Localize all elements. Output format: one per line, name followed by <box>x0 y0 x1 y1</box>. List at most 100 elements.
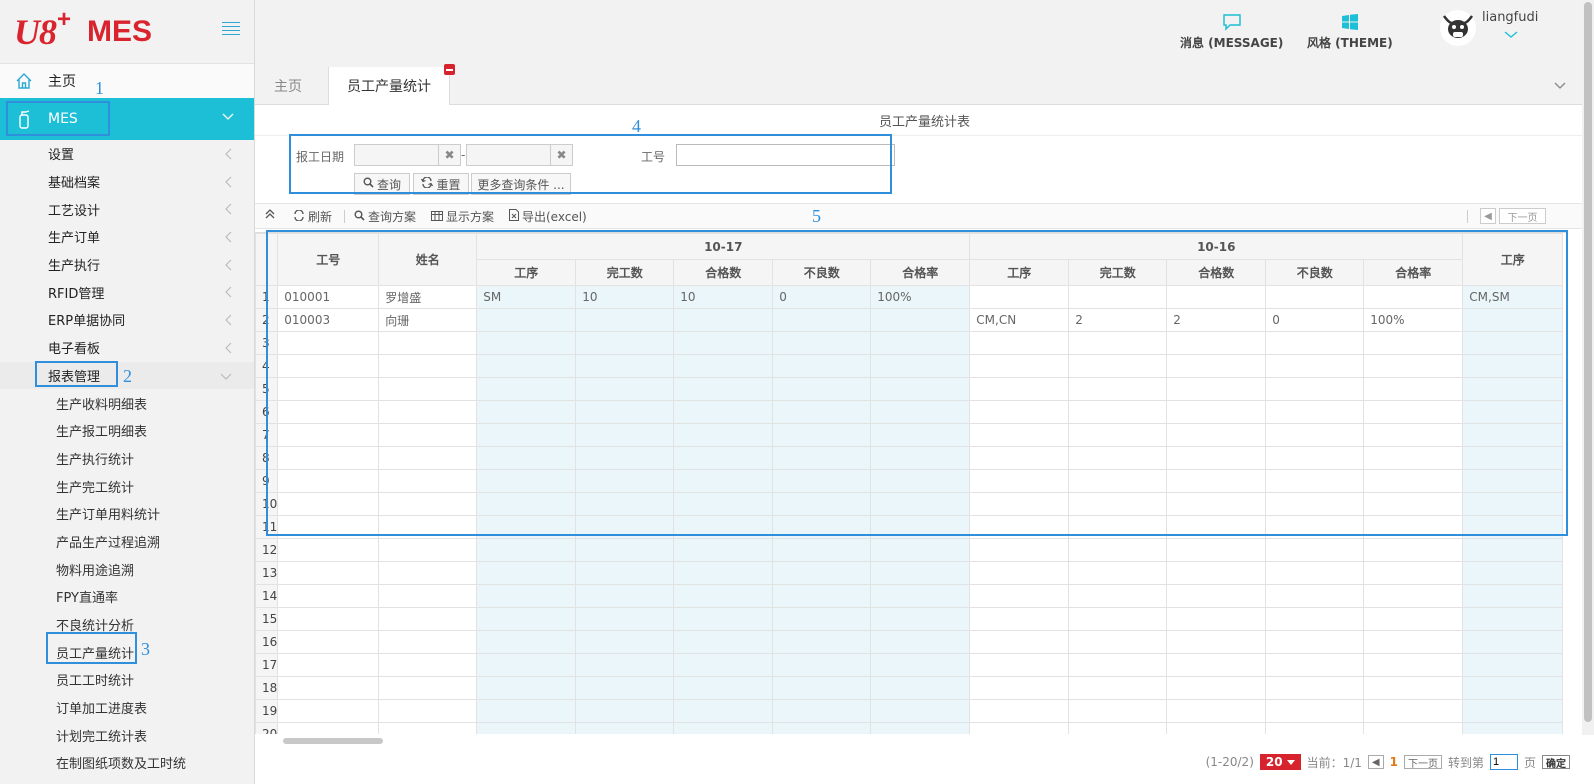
col-header-name[interactable]: 姓名 <box>378 233 478 286</box>
sidebar-item[interactable]: 报表管理 <box>0 361 254 390</box>
horizontal-scrollbar[interactable] <box>283 738 383 744</box>
pager-next-button[interactable]: 下一页 <box>1403 755 1442 770</box>
reset-button[interactable]: 重置 <box>413 173 469 195</box>
table-row[interactable]: 17 <box>255 653 1564 677</box>
cell-name: 罗增盛 <box>378 285 478 309</box>
cell-value <box>1462 538 1564 562</box>
message-button[interactable]: 消息 (MESSAGE) <box>1180 10 1283 51</box>
sidebar-item[interactable]: 电子看板 <box>0 334 254 362</box>
table-row[interactable]: 14 <box>255 584 1564 608</box>
table-row[interactable]: 1 010001 罗增盛 SM 10 10 0 100% CM,SM <box>255 285 1564 309</box>
sidebar-subitem[interactable]: 员工产量统计 <box>0 638 254 666</box>
sidebar-item[interactable]: ERP单据协同 <box>0 306 254 334</box>
emp-no-input[interactable] <box>676 144 895 166</box>
col-header-sub[interactable]: 合格数 <box>673 259 774 286</box>
clear-icon[interactable]: ✖ <box>551 144 573 166</box>
prev-page-icon[interactable]: ◀ <box>1480 208 1496 224</box>
menu-toggle-icon[interactable] <box>222 22 240 38</box>
sidebar-item[interactable]: 工艺设计 <box>0 195 254 223</box>
refresh-button[interactable]: 刷新 <box>293 208 332 225</box>
table-row[interactable]: 9 <box>255 469 1564 493</box>
sidebar-subitem[interactable]: 订单加工进度表 <box>0 694 254 722</box>
clear-icon[interactable]: ✖ <box>439 144 461 166</box>
table-row[interactable]: 8 <box>255 446 1564 470</box>
sidebar-subitem[interactable]: 物料用途追溯 <box>0 555 254 583</box>
sidebar-item-mes[interactable]: MES <box>0 98 254 140</box>
col-header-emp-no[interactable]: 工号 <box>277 233 380 286</box>
table-row[interactable]: 20 <box>255 722 1564 734</box>
theme-button[interactable]: 风格 (THEME) <box>1307 10 1393 51</box>
sidebar-subitem[interactable]: 生产订单用料统计 <box>0 500 254 528</box>
cell-value: 0 <box>1265 308 1365 332</box>
next-page-button[interactable]: 下一页 <box>1499 208 1546 224</box>
date-to-input[interactable] <box>466 144 551 166</box>
export-excel-button[interactable]: 导出(excel) <box>509 208 587 225</box>
user-menu[interactable]: liangfudi <box>1440 10 1538 46</box>
sidebar-subitem[interactable]: 生产收料明细表 <box>0 389 254 417</box>
row-number: 6 <box>255 400 279 424</box>
tab-home[interactable]: 主页 <box>255 67 321 105</box>
sidebar-item[interactable]: 基础档案 <box>0 168 254 196</box>
table-row[interactable]: 6 <box>255 400 1564 424</box>
table-row[interactable]: 11 <box>255 515 1564 539</box>
table-row[interactable]: 16 <box>255 630 1564 654</box>
sidebar-subitem[interactable]: 产品生产过程追溯 <box>0 528 254 556</box>
page-number-input[interactable] <box>1489 754 1518 770</box>
date-from-input[interactable] <box>354 144 439 166</box>
col-header-sub[interactable]: 工序 <box>476 259 577 286</box>
table-row[interactable]: 5 <box>255 377 1564 401</box>
col-header-sub[interactable]: 不良数 <box>1265 259 1365 286</box>
tab-employee-output[interactable]: 员工产量统计 <box>328 64 455 105</box>
col-header-sub[interactable]: 合格率 <box>1363 259 1464 286</box>
sidebar-subitem[interactable]: FPY直通率 <box>0 583 254 611</box>
cell-name <box>378 492 478 516</box>
sidebar-subitem[interactable]: 在制图纸项数及工时统 <box>0 749 254 777</box>
cell-value <box>1068 354 1168 378</box>
table-row[interactable]: 10 <box>255 492 1564 516</box>
sidebar-subitem[interactable]: 不良统计分析 <box>0 611 254 639</box>
sidebar-subitem[interactable]: 生产报工明细表 <box>0 417 254 445</box>
query-scheme-button[interactable]: 查询方案 <box>354 208 416 225</box>
vertical-scrollbar[interactable] <box>1582 0 1594 735</box>
sidebar-item-home[interactable]: 主页 <box>0 63 254 98</box>
sidebar-item[interactable]: 生产订单 <box>0 223 254 251</box>
col-header-sub[interactable]: 工序 <box>969 259 1070 286</box>
page-size-select[interactable]: 20 <box>1259 754 1301 770</box>
table-row[interactable]: 2 010003 向珊 CM,CN 2 2 0 100% <box>255 308 1564 332</box>
close-icon[interactable] <box>444 64 455 75</box>
table-row[interactable]: 4 <box>255 354 1564 378</box>
col-header-sub[interactable]: 完工数 <box>1068 259 1168 286</box>
table-row[interactable]: 7 <box>255 423 1564 447</box>
pager-current-page[interactable]: 1 <box>1390 755 1398 769</box>
sidebar-item[interactable]: RFID管理 <box>0 278 254 306</box>
table-row[interactable]: 12 <box>255 538 1564 562</box>
search-button[interactable]: 查询 <box>354 173 410 195</box>
chevron-down-icon[interactable] <box>1554 79 1566 94</box>
table-row[interactable]: 19 <box>255 699 1564 723</box>
col-header-sub[interactable]: 合格率 <box>870 259 971 286</box>
display-scheme-button[interactable]: 显示方案 <box>431 208 494 225</box>
col-header-sub[interactable]: 合格数 <box>1166 259 1267 286</box>
table-row[interactable]: 15 <box>255 607 1564 631</box>
sidebar-subitem[interactable]: 生产完工统计 <box>0 472 254 500</box>
sidebar-item[interactable]: 设置 <box>0 140 254 168</box>
cell-value <box>1166 676 1267 700</box>
logo-plus: + <box>57 5 72 33</box>
more-conditions-button[interactable]: 更多查询条件 ... <box>471 173 571 195</box>
col-header-sub[interactable]: 完工数 <box>575 259 675 286</box>
table-row[interactable]: 13 <box>255 561 1564 585</box>
cell-name <box>378 676 478 700</box>
sidebar-subitem[interactable]: 计划完工统计表 <box>0 721 254 749</box>
table-row[interactable]: 18 <box>255 676 1564 700</box>
table-row[interactable]: 3 <box>255 331 1564 355</box>
collapse-icon[interactable] <box>264 208 276 220</box>
sidebar-item[interactable]: 生产执行 <box>0 251 254 279</box>
sidebar-subitem[interactable]: 生产执行统计 <box>0 445 254 473</box>
sidebar-subitem[interactable]: 员工工时统计 <box>0 666 254 694</box>
prev-page-icon[interactable]: ◀ <box>1367 755 1384 769</box>
col-header-process[interactable]: 工序 <box>1462 233 1564 286</box>
col-header-sub[interactable]: 不良数 <box>772 259 872 286</box>
col-group-date: 10-16 <box>969 233 1464 260</box>
cell-value <box>1363 400 1464 424</box>
pager-ok-button[interactable]: 确定 <box>1542 755 1570 770</box>
